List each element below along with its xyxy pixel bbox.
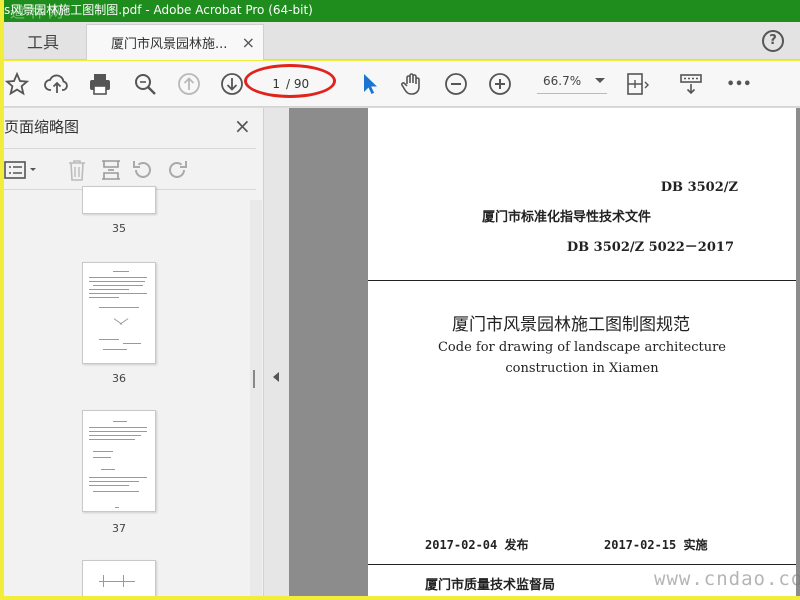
site-watermark: www.cndao.com — [654, 568, 800, 590]
issuing-authority: 厦门市质量技术监督局 — [425, 578, 556, 593]
acrobat-window: s风景园林施工图制图.pdf - Adobe Acrobat Pro (64-b… — [0, 0, 800, 600]
resize-grip-icon[interactable] — [253, 370, 255, 388]
delete-page-icon[interactable] — [64, 157, 90, 183]
zoom-search-icon[interactable] — [130, 69, 160, 99]
panel-title: 页面缩略图 — [4, 118, 80, 136]
title-bar: s风景园林施工图制图.pdf - Adobe Acrobat Pro (64-b… — [4, 0, 800, 22]
watermark-logo: 道林网 — [10, 3, 68, 21]
thumbnail-list: 35 36 37 — [4, 186, 252, 596]
thumbnail-page[interactable] — [82, 262, 156, 364]
db-number: DB 3502/Z 5022－2017 — [566, 240, 734, 255]
thumbnail-page-number: 36 — [112, 372, 126, 385]
pdf-page: DB 3502/Z 厦门市标准化指导性技术文件 DB 3502/Z 5022－2… — [368, 108, 796, 596]
previous-page-icon[interactable] — [174, 69, 204, 99]
document-title-en-line2: construction in Xiamen — [505, 361, 659, 376]
thumbnail-page[interactable] — [82, 560, 156, 596]
document-title-cn: 厦门市风景园林施工图制图规范 — [452, 315, 690, 335]
rotate-right-icon[interactable] — [164, 157, 190, 183]
zoom-level-value: 66.7% — [543, 74, 582, 88]
zoom-level-dropdown[interactable]: 66.7% — [537, 74, 607, 94]
upload-cloud-icon[interactable] — [42, 69, 72, 99]
tab-bar: 工具 厦门市风景园林施... × ? — [4, 22, 800, 60]
implement-date: 2017-02-15 实施 — [604, 538, 708, 552]
panel-toolbar — [4, 148, 256, 190]
options-menu-icon[interactable] — [4, 157, 36, 183]
divider-line — [368, 280, 796, 281]
publish-date: 2017-02-04 发布 — [425, 538, 529, 552]
panel-splitter[interactable] — [253, 108, 289, 596]
thumbnail-page-number: 37 — [112, 522, 126, 535]
tab-document[interactable]: 厦门市风景园林施... × — [86, 24, 264, 60]
print-icon[interactable] — [85, 69, 115, 99]
tab-tools[interactable]: 工具 — [4, 22, 82, 60]
db-code: DB 3502/Z — [660, 180, 738, 195]
help-icon[interactable]: ? — [762, 30, 784, 52]
select-cursor-icon[interactable] — [354, 69, 384, 99]
bookmark-star-icon[interactable] — [2, 69, 32, 99]
read-mode-icon[interactable] — [676, 69, 706, 99]
main-toolbar: 1 / 90 66.7% ••• — [4, 61, 800, 107]
close-icon[interactable]: × — [242, 33, 255, 52]
rotate-left-icon[interactable] — [130, 157, 156, 183]
zoom-out-icon[interactable] — [441, 69, 471, 99]
close-panel-icon[interactable]: × — [234, 114, 251, 138]
standard-type: 厦门市标准化指导性技术文件 — [482, 210, 652, 225]
next-page-icon[interactable] — [217, 69, 247, 99]
page-fit-icon[interactable] — [622, 69, 652, 99]
thumbnail-page[interactable] — [82, 410, 156, 512]
tab-document-label: 厦门市风景园林施... — [111, 37, 228, 52]
document-view[interactable]: DB 3502/Z 厦门市标准化指导性技术文件 DB 3502/Z 5022－2… — [289, 108, 800, 596]
insert-page-icon[interactable] — [98, 157, 124, 183]
thumbnail-page[interactable] — [82, 186, 156, 214]
page-number-highlight — [244, 64, 336, 98]
divider-line — [368, 564, 796, 565]
collapse-panel-icon[interactable] — [273, 372, 279, 382]
zoom-in-icon[interactable] — [485, 69, 515, 99]
document-title-en-line1: Code for drawing of landscape architectu… — [437, 340, 726, 355]
thumbnail-page-number: 35 — [112, 222, 126, 235]
thumbnails-panel: 页面缩略图 × 35 36 37 — [4, 108, 264, 596]
more-tools-icon[interactable]: ••• — [724, 69, 754, 99]
chevron-down-icon — [595, 78, 605, 83]
hand-tool-icon[interactable] — [397, 69, 427, 99]
thumbnail-scrollbar[interactable] — [250, 200, 262, 596]
